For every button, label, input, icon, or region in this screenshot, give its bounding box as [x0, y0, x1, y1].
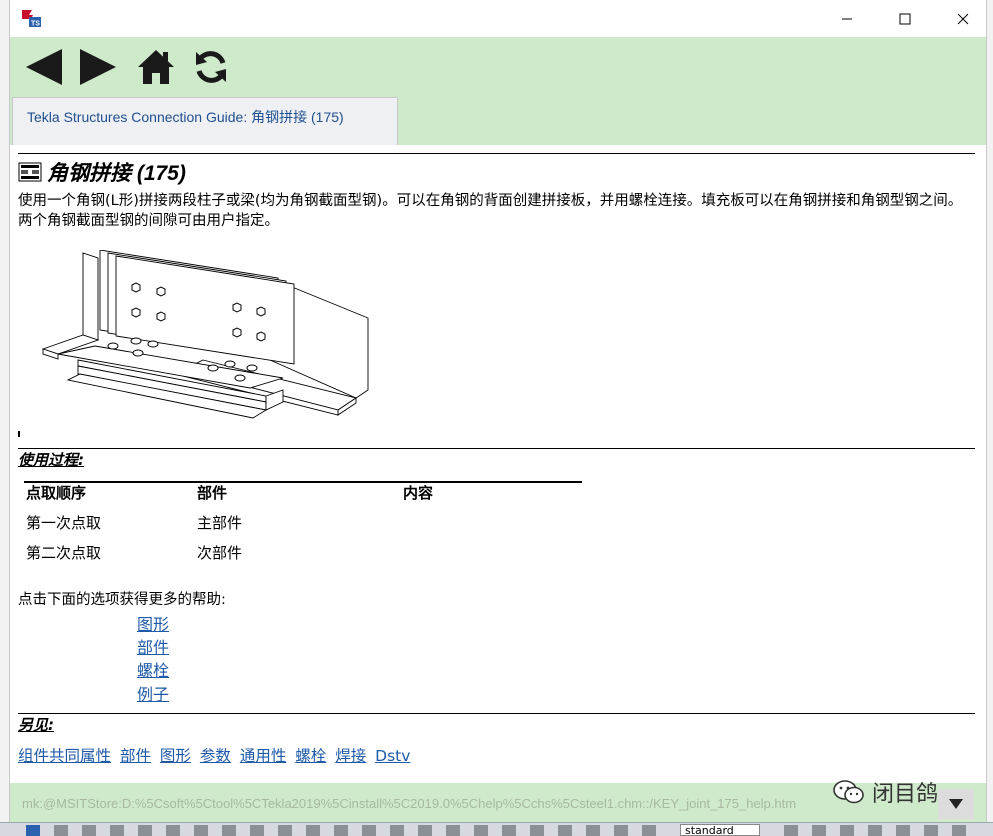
toolbar-icon[interactable] [54, 825, 68, 836]
wechat-icon [833, 780, 864, 804]
toolbar-icon[interactable] [868, 825, 882, 836]
toolbar-icon[interactable] [390, 825, 404, 836]
see-also-link-graphics[interactable]: 图形 [160, 747, 191, 765]
table-cell: 主部件 [197, 514, 243, 532]
pick-order-table: 点取顺序 部件 内容 第一次点取 主部件 第二次点取 次部件 [24, 481, 582, 573]
page-title: 角钢拼接 (175) [18, 157, 186, 187]
see-also-link-common-properties[interactable]: 组件共同属性 [18, 747, 111, 765]
scroll-down-button[interactable] [938, 789, 974, 819]
toolbar-icon[interactable] [362, 825, 376, 836]
toolbar-icon[interactable] [334, 825, 348, 836]
table-cell: 第二次点取 [26, 544, 102, 562]
table-header-row: 点取顺序 部件 内容 [24, 483, 582, 513]
help-link-graphics[interactable]: 图形 [137, 611, 169, 635]
table-header: 点取顺序 [26, 484, 87, 502]
toolbar-icon[interactable] [250, 825, 264, 836]
see-also-link-general[interactable]: 通用性 [240, 747, 287, 765]
divider [18, 713, 975, 714]
maximize-icon [899, 13, 911, 24]
toolbar-icon[interactable] [138, 825, 152, 836]
see-also-link-bolts[interactable]: 螺栓 [295, 747, 326, 765]
cursor-mark [18, 431, 20, 437]
minimize-icon [842, 18, 852, 19]
toolbar-icon[interactable] [784, 825, 798, 836]
table-header: 内容 [403, 484, 434, 502]
angle-splice-drawing [41, 250, 369, 419]
table-cell: 次部件 [197, 544, 243, 562]
toolbar-icon[interactable] [222, 825, 236, 836]
maximize-button[interactable] [882, 0, 928, 37]
see-also-link-parts[interactable]: 部件 [120, 747, 151, 765]
close-icon [957, 13, 969, 24]
toolbar-icon[interactable] [614, 825, 628, 836]
home-button[interactable] [134, 45, 178, 89]
watermark-text: 闭目鸽 [872, 782, 939, 807]
divider [18, 448, 975, 449]
see-also-link-parameters[interactable]: 参数 [200, 747, 231, 765]
usage-heading: 使用过程: [18, 451, 84, 469]
toolbar-icon[interactable] [26, 825, 40, 836]
toolbar-icon[interactable] [812, 825, 826, 836]
toolbar-icon[interactable] [840, 825, 854, 836]
connection-glyph-icon [18, 162, 42, 182]
see-also-link-welds[interactable]: 焊接 [335, 747, 366, 765]
table-row: 第一次点取 主部件 [24, 513, 582, 543]
title-bar: TS [10, 0, 986, 37]
tekla-app-icon: TS [22, 10, 41, 28]
toolbar-icon[interactable] [82, 825, 96, 836]
see-also-heading: 另见: [18, 716, 54, 734]
toolbar-icon[interactable] [642, 825, 656, 836]
down-arrow-icon [949, 799, 963, 809]
minimize-button[interactable] [824, 0, 870, 37]
toolbar-icon[interactable] [278, 825, 292, 836]
toolbar-icon[interactable] [558, 825, 572, 836]
bottom-toolbar-strip: standard [0, 822, 993, 836]
window-left-border [0, 0, 10, 835]
see-also-link-dstv[interactable]: Dstv [375, 747, 410, 765]
table-row: 第二次点取 次部件 [24, 543, 582, 573]
window-right-border [986, 0, 993, 835]
help-link-examples[interactable]: 例子 [137, 681, 169, 705]
toolbar-icon[interactable] [166, 825, 180, 836]
close-button[interactable] [940, 0, 986, 37]
toolbar-icon[interactable] [110, 825, 124, 836]
help-intro-text: 点击下面的选项获得更多的帮助: [18, 592, 226, 608]
forward-button[interactable] [76, 45, 120, 89]
toolbar-icon[interactable] [446, 825, 460, 836]
table-header: 部件 [197, 484, 228, 502]
toolbar-icon[interactable] [474, 825, 488, 836]
refresh-button[interactable] [189, 45, 233, 89]
status-url: mk:@MSITStore:D:%5Csoft%5Ctool%5CTekla20… [22, 796, 797, 811]
toolbar-icon[interactable] [924, 825, 938, 836]
help-toolbar: Tekla Structures Connection Guide: 角钢拼接 … [10, 37, 986, 145]
forward-arrow-icon [80, 49, 116, 85]
help-link-parts[interactable]: 部件 [137, 634, 169, 658]
toolbar-icon[interactable] [306, 825, 320, 836]
see-also-links: 组件共同属性 部件 图形 参数 通用性 螺栓 焊接 Dstv [18, 744, 414, 766]
refresh-icon [196, 51, 226, 83]
toolbar-icon[interactable] [896, 825, 910, 836]
toolbar-icon[interactable] [586, 825, 600, 836]
divider [18, 153, 975, 154]
help-link-bolts[interactable]: 螺栓 [137, 657, 169, 681]
toolbar-icon[interactable] [194, 825, 208, 836]
back-button[interactable] [22, 45, 66, 89]
table-cell: 第一次点取 [26, 514, 102, 532]
watermark: 闭目鸽 [832, 776, 938, 808]
back-arrow-icon [26, 49, 62, 85]
toolbar-icon[interactable] [530, 825, 544, 836]
tab-connection-guide[interactable]: Tekla Structures Connection Guide: 角钢拼接 … [12, 97, 398, 145]
svg-text:TS: TS [31, 21, 40, 28]
page-title-text: 角钢拼接 (175) [47, 162, 186, 185]
toolbar-icon[interactable] [502, 825, 516, 836]
home-icon [138, 50, 174, 84]
toolbar-icon[interactable] [418, 825, 432, 836]
intro-paragraph: 使用一个角钢(L形)拼接两段柱子或梁(均为角钢截面型钢)。可以在角钢的背面创建拼… [18, 193, 963, 229]
standard-select[interactable]: standard [680, 824, 760, 836]
toolbar-icon[interactable] [952, 825, 966, 836]
